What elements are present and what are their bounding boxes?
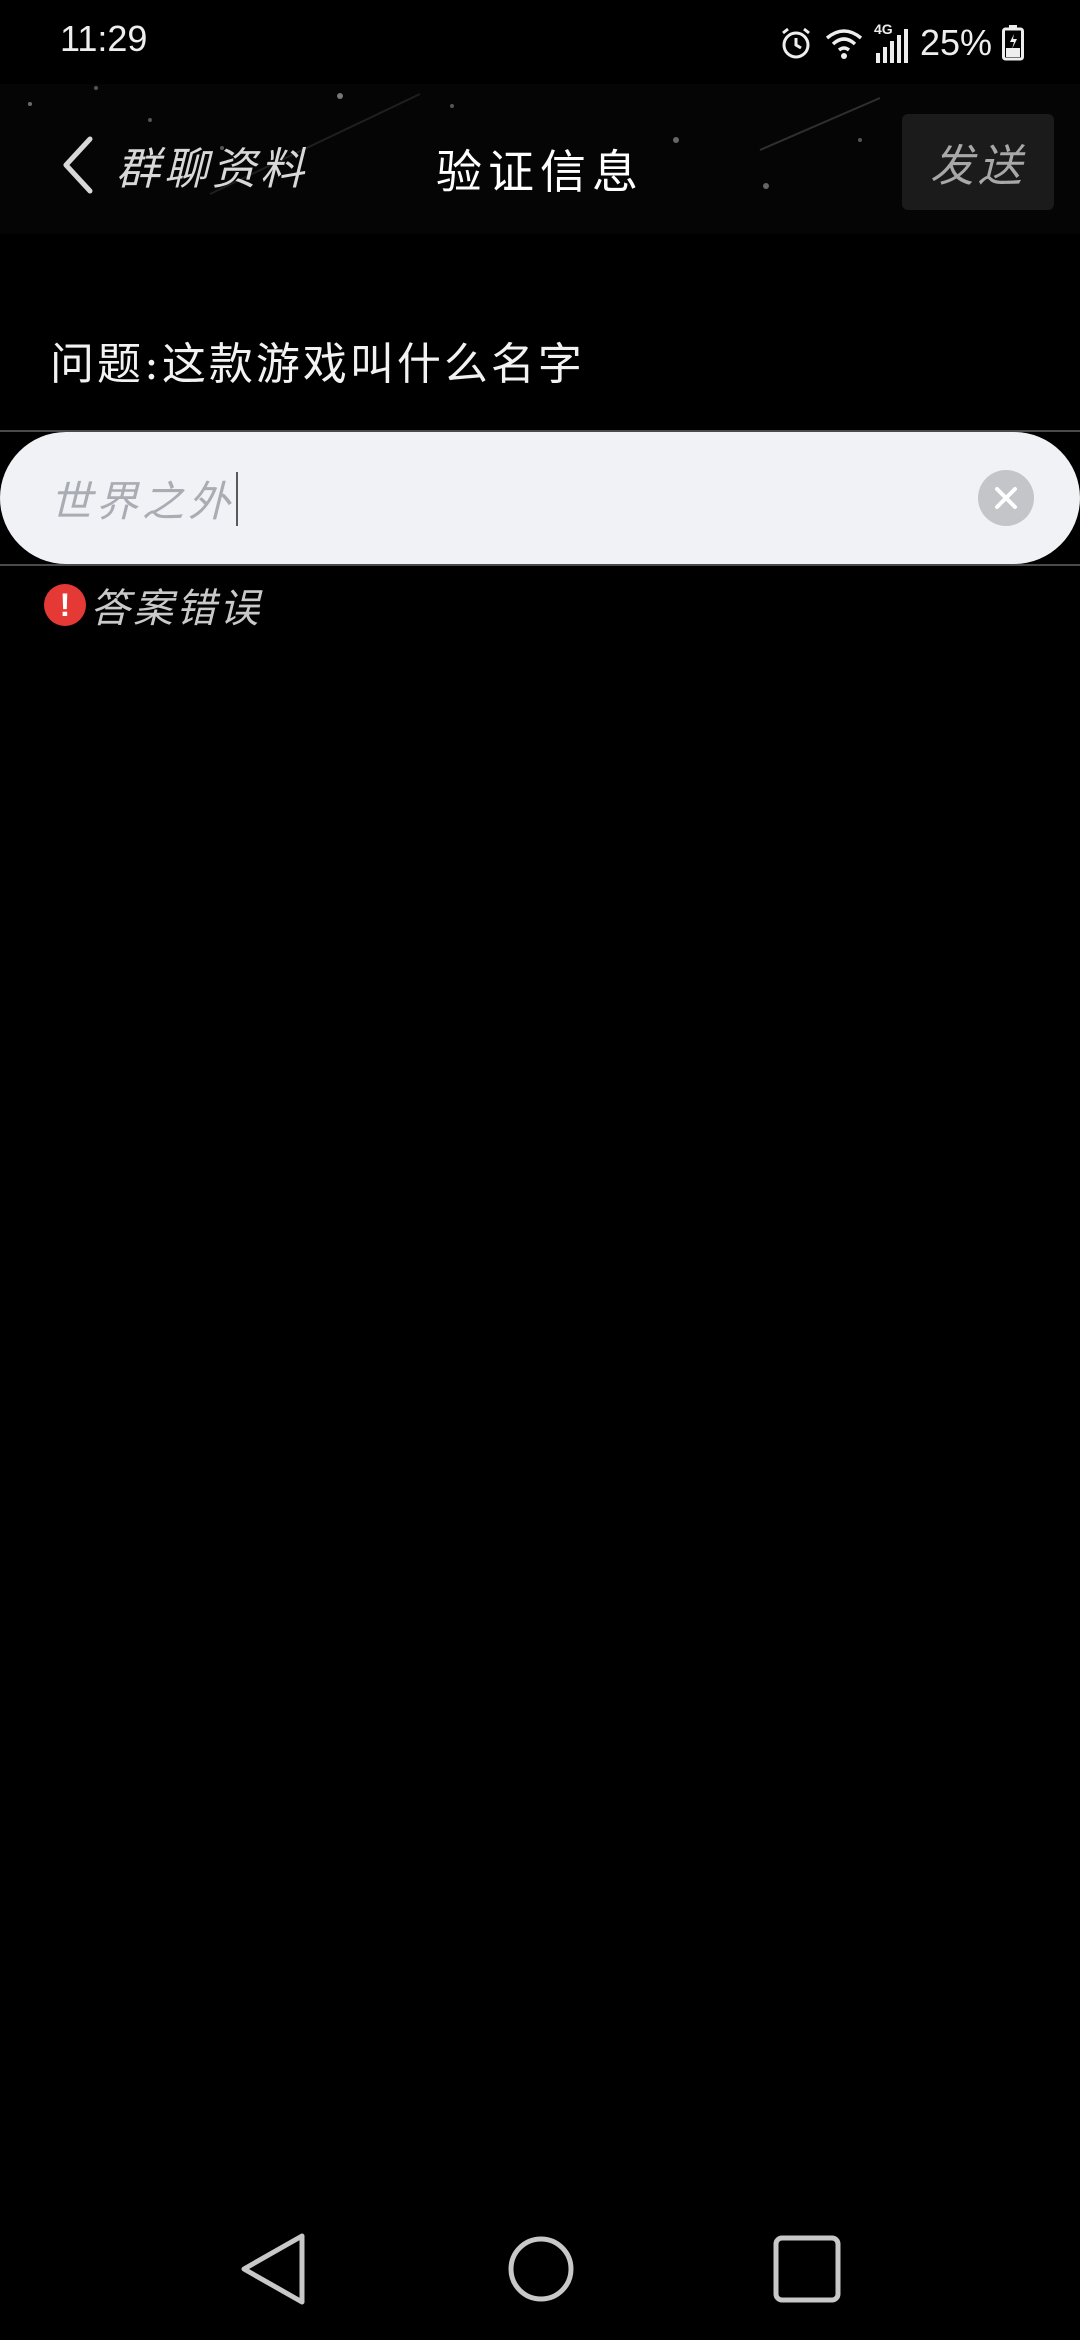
signal-icon: 4G — [874, 21, 910, 63]
battery-icon — [1002, 25, 1024, 61]
nav-home-icon[interactable] — [496, 2224, 586, 2314]
status-time: 11:29 — [60, 18, 148, 59]
send-button[interactable]: 发送 — [902, 114, 1054, 210]
status-icons: 4G 25% — [778, 18, 1024, 68]
error-message: ! 答案错误 — [44, 580, 262, 632]
clear-input-button[interactable] — [978, 470, 1034, 526]
error-icon: ! — [44, 584, 86, 626]
question-text: 问题:这款游戏叫什么名字 — [50, 339, 585, 390]
close-icon — [995, 487, 1017, 509]
error-text: 答案错误 — [90, 586, 262, 632]
divider — [0, 564, 1080, 566]
answer-input-value: 世界之外 — [50, 477, 235, 526]
answer-input[interactable]: 世界之外 — [0, 432, 1080, 564]
header: 群聊资料 验证信息 发送 — [0, 84, 1080, 234]
nav-back-icon[interactable] — [230, 2224, 320, 2314]
wifi-icon — [825, 29, 863, 59]
nav-recents-icon[interactable] — [762, 2224, 852, 2314]
text-cursor — [236, 472, 238, 526]
alarm-icon — [782, 27, 810, 59]
navigation-bar — [0, 2196, 1080, 2340]
battery-percent: 25% — [919, 22, 992, 63]
status-bar: 11:29 4G 25% — [0, 0, 1080, 84]
